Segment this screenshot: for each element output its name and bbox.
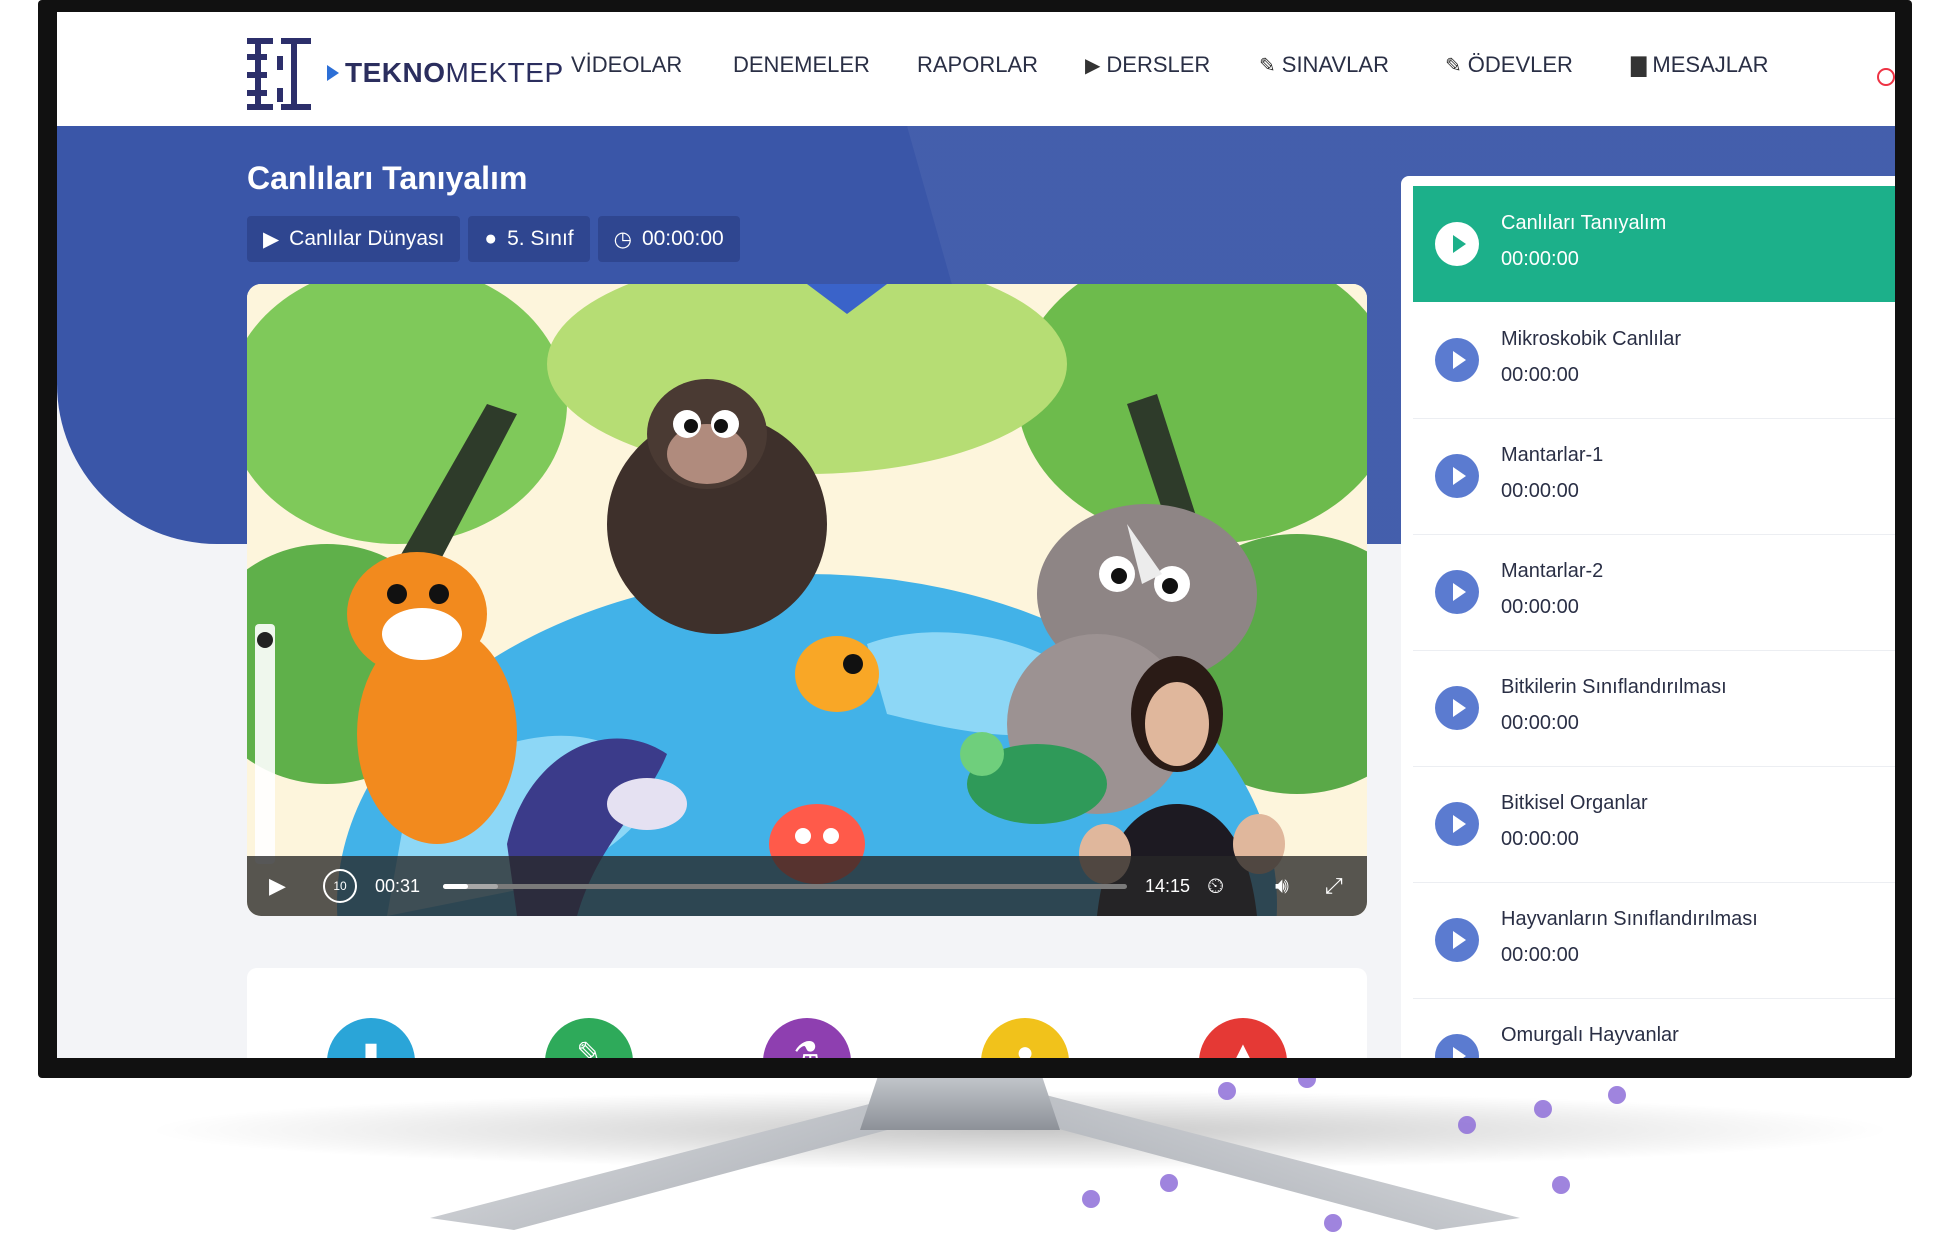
playlist-item-time: 00:00:00 [1501, 828, 1579, 850]
video-player[interactable]: ▶ 10 00:31 14:15 ⏲ 🔊︎ ⤢ [247, 284, 1367, 916]
speed-icon: ⏲ [1207, 873, 1225, 898]
playlist-item[interactable]: Bitkisel Organlar 00:00:00 [1413, 766, 1895, 883]
logo-mark-icon [247, 34, 319, 112]
playlist-item[interactable]: Canlıları Tanıyalım 00:00:00 [1413, 186, 1895, 302]
play-icon: ▶ [1085, 54, 1101, 77]
play-icon [1435, 686, 1479, 730]
playlist-item-title: Mikroskobik Canlılar [1501, 328, 1682, 350]
clock-icon: ◷ [613, 227, 632, 251]
playlist-item-title: Hayvanların Sınıflandırılması [1501, 908, 1758, 930]
fullscreen-button[interactable]: ⤢ [1325, 856, 1343, 916]
playlist-item[interactable]: Mantarlar-1 00:00:00 [1413, 418, 1895, 535]
tv-screen: TEKNOMEKTEP VİDEOLAR DENEMELER RAPORLAR … [57, 12, 1895, 1058]
pencil-icon: ✎ [1259, 54, 1276, 77]
lesson-playlist: Canlıları Tanıyalım 00:00:00 Mikroskobik… [1401, 176, 1895, 1058]
play-icon [1435, 570, 1479, 614]
chat-icon: ● [1015, 1036, 1035, 1058]
playlist-item-title: Bitkilerin Sınıflandırılması [1501, 676, 1727, 698]
rewind-icon: 10 [323, 869, 357, 903]
logo-play-icon [327, 65, 339, 81]
video-meta: ▶ Canlılar Dünyası ● 5. Sınıf ◷ 00:00:00 [247, 216, 740, 262]
play-icon [1435, 918, 1479, 962]
playlist-item-time: 00:00:00 [1501, 944, 1579, 966]
speed-button[interactable]: ⏲ [1207, 856, 1224, 916]
playlist-item-time: 00:00:00 [1501, 364, 1579, 386]
edit-button[interactable]: ✎ [545, 1018, 633, 1058]
play-button[interactable]: ▶ [269, 856, 286, 916]
lesson-actions: ▮ ✎ ⚗ ● ▲ [247, 968, 1367, 1058]
playlist-item[interactable]: Hayvanların Sınıflandırılması 00:00:00 [1413, 882, 1895, 999]
playlist-item-time: 00:00:00 [1501, 480, 1579, 502]
play-icon [1435, 454, 1479, 498]
playlist-item[interactable]: Mantarlar-2 00:00:00 [1413, 534, 1895, 651]
site-header: TEKNOMEKTEP VİDEOLAR DENEMELER RAPORLAR … [57, 12, 1895, 126]
playlist-item-title: Mantarlar-1 [1501, 444, 1604, 466]
decorative-dot [1534, 1100, 1552, 1118]
decorative-dot [1458, 1116, 1476, 1134]
chat-button[interactable]: ● [981, 1018, 1069, 1058]
video-frame [247, 284, 1367, 916]
play-icon: ▶ [263, 227, 280, 251]
user-icon: ● [484, 227, 498, 250]
decorative-dot [1218, 1082, 1236, 1100]
pencil-icon: ✎ [576, 1037, 602, 1058]
progress-bar[interactable] [443, 884, 1127, 889]
playlist-item[interactable]: Mikroskobik Canlılar 00:00:00 [1413, 302, 1895, 419]
playlist-item-time: 00:00:00 [1501, 712, 1579, 734]
current-time: 00:31 [375, 875, 421, 896]
nav-odevler[interactable]: ✎ ÖDEVLER [1445, 52, 1573, 78]
document-icon: ▮ [362, 1037, 380, 1058]
notification-icon[interactable] [1877, 68, 1895, 86]
playlist-item-time: 00:00:00 [1501, 596, 1579, 618]
video-title: Canlıları Tanıyalım [247, 160, 528, 196]
tv-stand-neck [860, 1070, 1060, 1130]
nav-sinavlar[interactable]: ✎ SINAVLAR [1259, 52, 1389, 78]
playlist-item[interactable]: Omurgalı Hayvanlar [1413, 998, 1895, 1058]
logo-text: TEKNOMEKTEP [345, 57, 564, 88]
decorative-dot [1552, 1176, 1570, 1194]
decorative-dot [1608, 1086, 1626, 1104]
playlist-item-title: Canlıları Tanıyalım [1501, 212, 1667, 234]
nav-dersler[interactable]: ▶ DERSLER [1085, 52, 1210, 78]
play-icon [1435, 802, 1479, 846]
play-icon [1435, 1034, 1479, 1058]
flask-icon: ⚗ [793, 1037, 821, 1058]
player-controls: ▶ 10 00:31 14:15 ⏲ 🔊︎ ⤢ [247, 856, 1367, 916]
course-chip: ▶ Canlılar Dünyası [247, 216, 461, 262]
warning-icon: ▲ [1228, 1036, 1258, 1058]
playlist-item-title: Omurgalı Hayvanlar [1501, 1024, 1679, 1046]
playlist-item-title: Bitkisel Organlar [1501, 792, 1648, 814]
decorative-dot [1324, 1214, 1342, 1232]
playlist-item-time: 00:00:00 [1501, 248, 1579, 270]
play-icon [1435, 338, 1479, 382]
decorative-dot [1160, 1174, 1178, 1192]
pencil-icon: ✎ [1445, 54, 1462, 77]
fullscreen-icon: ⤢ [1325, 873, 1343, 898]
play-icon [1435, 222, 1479, 266]
playlist-item[interactable]: Bitkilerin Sınıflandırılması 00:00:00 [1413, 650, 1895, 767]
progress-fill [443, 884, 468, 889]
volume-icon: 🔊︎ [1275, 873, 1289, 898]
volume-button[interactable]: 🔊︎ [1275, 856, 1289, 916]
nav-mesajlar[interactable]: ▇ MESAJLAR [1631, 52, 1769, 78]
decorative-dot [1082, 1190, 1100, 1208]
message-icon: ▇ [1631, 54, 1647, 77]
site-logo[interactable]: TEKNOMEKTEP [247, 34, 564, 112]
nav-denemeler[interactable]: DENEMELER [733, 52, 870, 78]
nav-videolar[interactable]: VİDEOLAR [571, 52, 682, 78]
duration-chip: ◷ 00:00:00 [597, 216, 740, 262]
lab-button[interactable]: ⚗ [763, 1018, 851, 1058]
rewind-button[interactable]: 10 [323, 856, 357, 916]
total-time: 14:15 [1145, 875, 1191, 896]
grade-chip: ● 5. Sınıf [468, 216, 590, 262]
report-button[interactable]: ▲ [1199, 1018, 1287, 1058]
document-button[interactable]: ▮ [327, 1018, 415, 1058]
nav-raporlar[interactable]: RAPORLAR [917, 52, 1038, 78]
playlist-item-title: Mantarlar-2 [1501, 560, 1604, 582]
